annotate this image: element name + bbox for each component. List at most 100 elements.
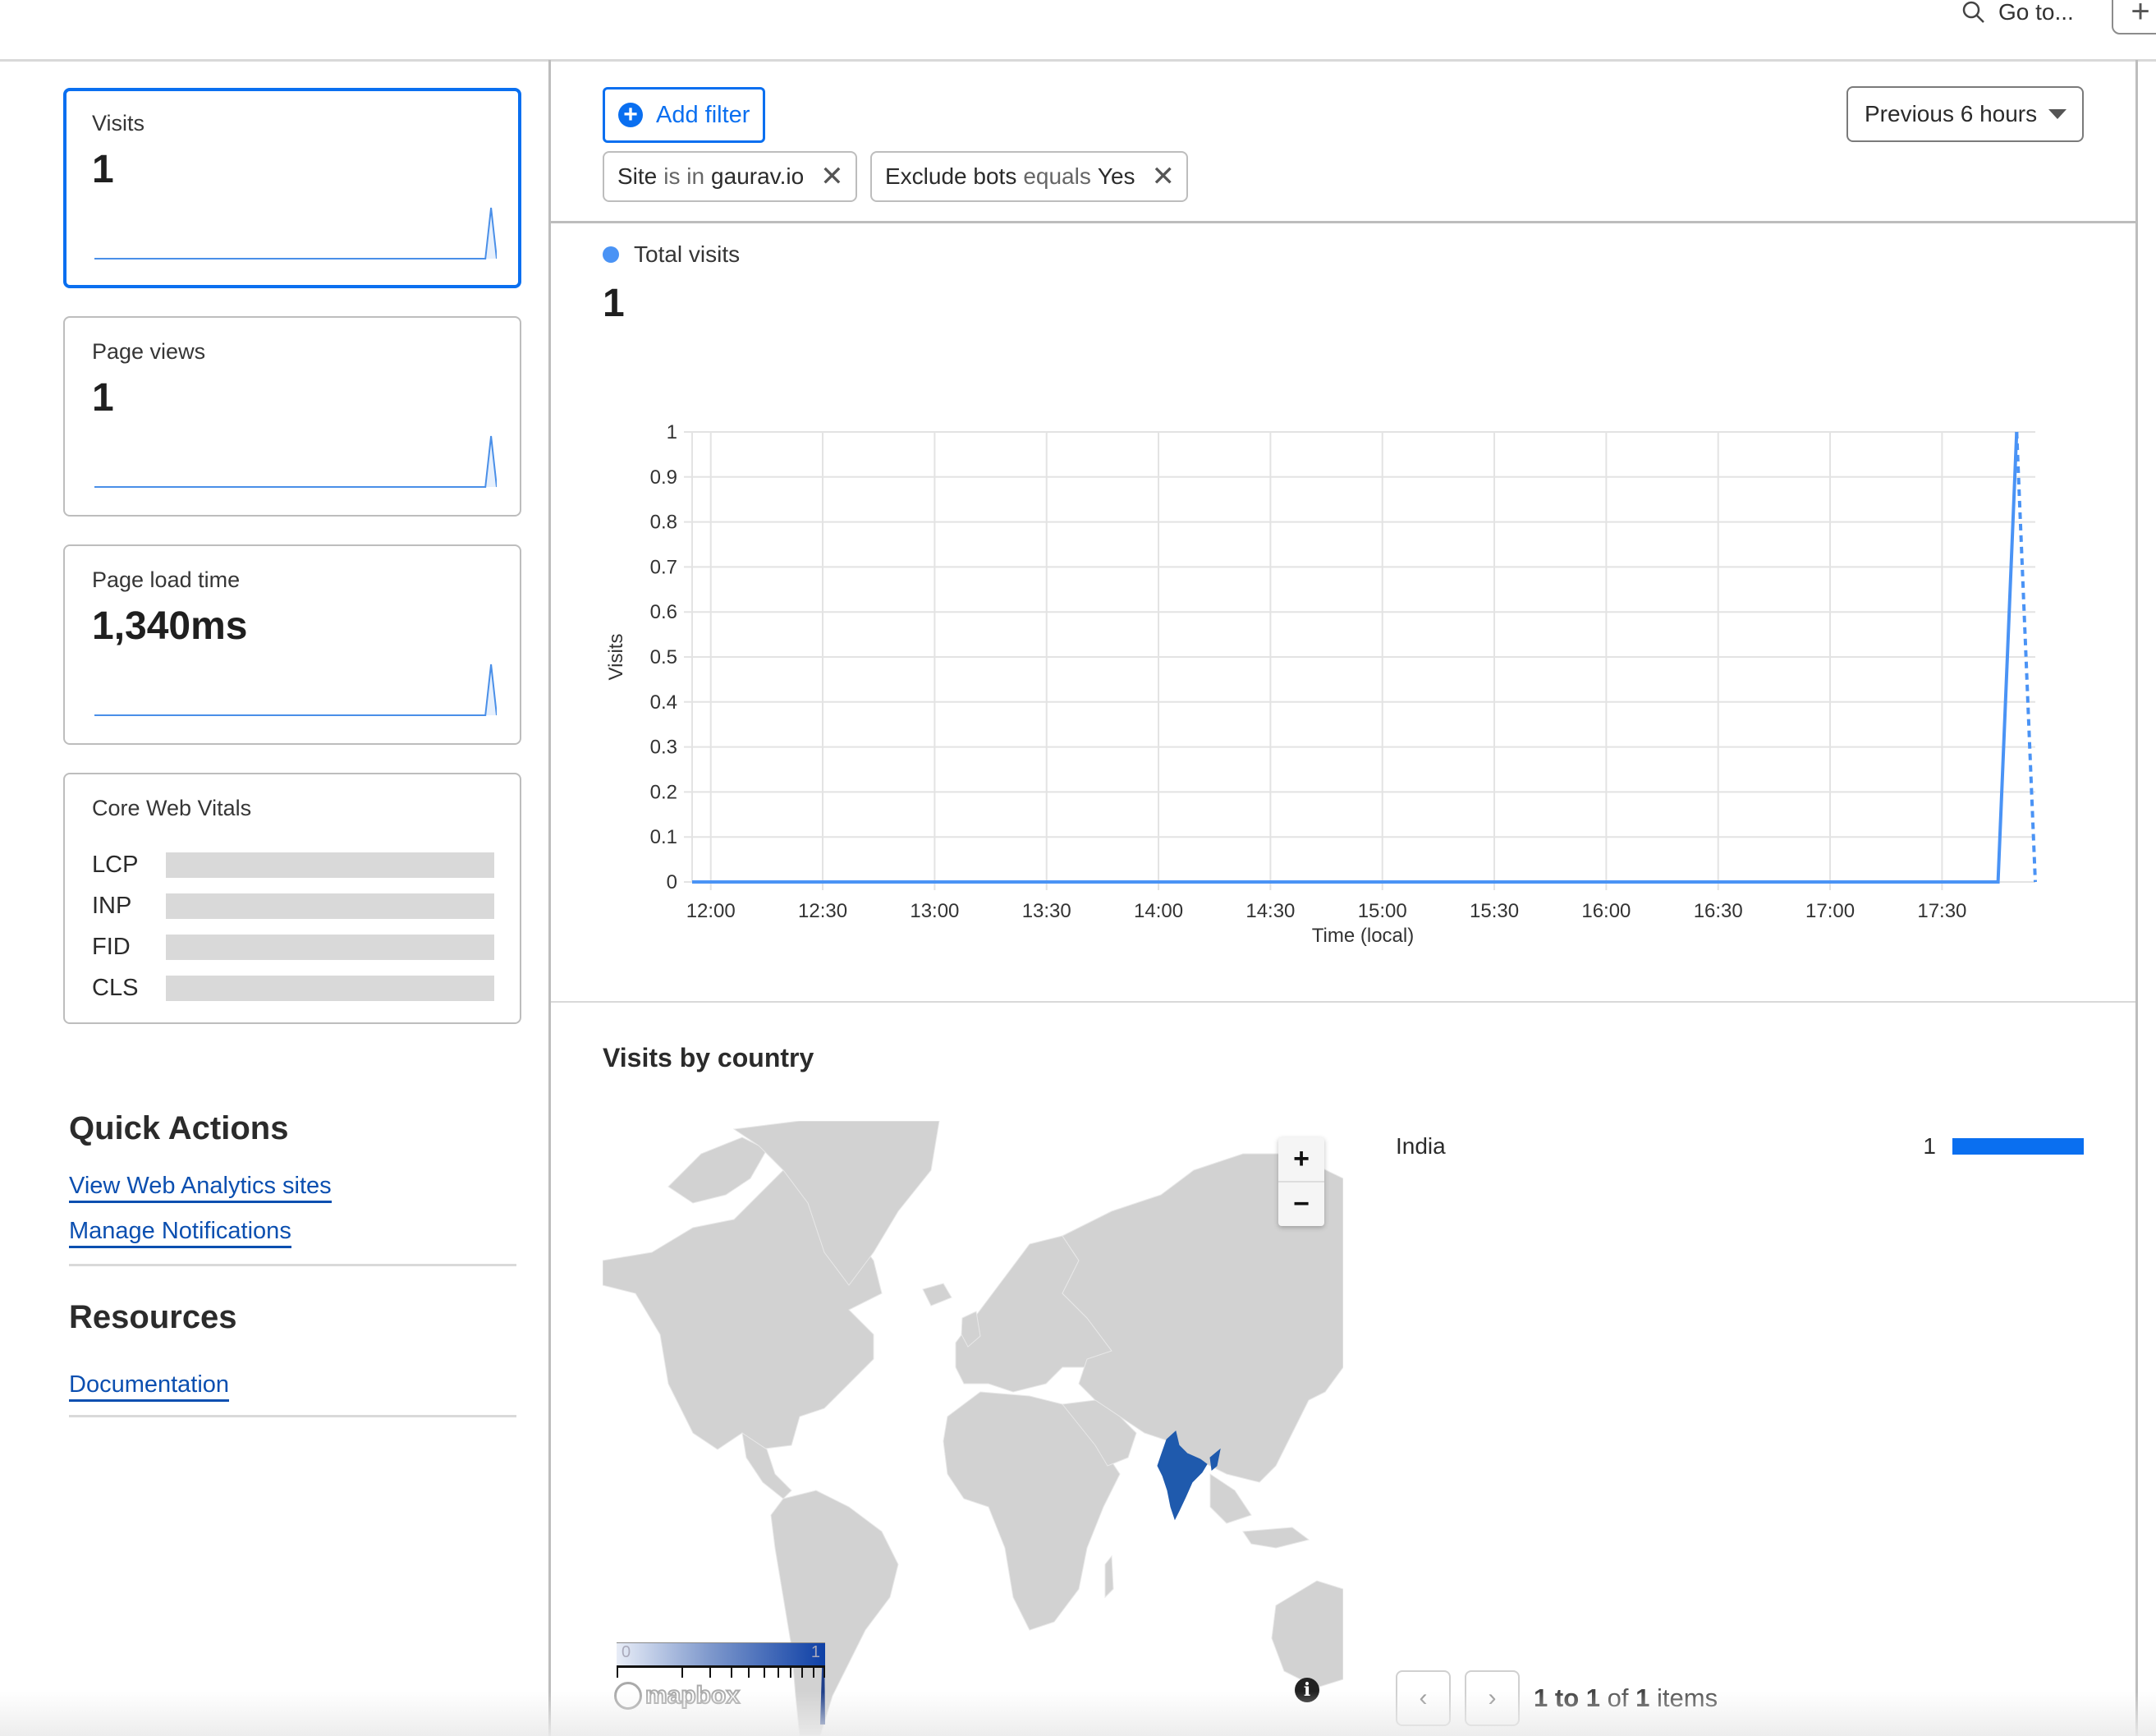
country-visits: 1 (1923, 1133, 1936, 1159)
previous-page-button[interactable]: ‹ (1396, 1670, 1451, 1726)
filter-value: Yes (1097, 163, 1135, 189)
pagination-end: 1 (1585, 1683, 1601, 1712)
zoom-in-button[interactable]: + (1278, 1137, 1324, 1183)
filter-operator: is in (663, 163, 705, 189)
manage-notifications-link[interactable]: Manage Notifications (69, 1216, 291, 1248)
y-tick-label: 0.6 (650, 601, 677, 623)
resources-heading: Resources (69, 1299, 237, 1335)
close-icon[interactable]: ✕ (820, 160, 844, 193)
cwv-label: LCP (92, 852, 139, 878)
sidebar-divider-1 (69, 1264, 516, 1266)
cwv-row-inp: INP (92, 893, 494, 920)
y-tick-label: 0.4 (650, 691, 677, 714)
filter-field: Site (617, 163, 658, 189)
x-tick-label: 17:00 (1805, 900, 1855, 922)
map-madagascar (1104, 1555, 1114, 1599)
section-divider (551, 1001, 2135, 1003)
metric-card-page-load-time[interactable]: Page load time 1,340ms (63, 544, 521, 745)
y-tick-label: 0.2 (650, 781, 677, 803)
sparkline (94, 435, 497, 488)
cwv-title: Core Web Vitals (92, 796, 252, 820)
x-tick-label: 15:30 (1470, 900, 1519, 922)
pagination-of: of (1607, 1683, 1629, 1712)
cwv-row-fid: FID (92, 934, 494, 961)
filter-pill-exclude-bots[interactable]: Exclude bots equals Yes ✕ (870, 151, 1189, 202)
x-tick-label: 12:00 (686, 900, 736, 922)
country-list-item: India 1 (1396, 1133, 2084, 1163)
cwv-bar (166, 893, 494, 919)
time-range-select[interactable]: Previous 6 hours (1846, 86, 2084, 142)
metric-card-visits[interactable]: Visits 1 (63, 88, 521, 288)
next-page-button[interactable]: › (1465, 1670, 1520, 1726)
metric-title: Page views (92, 339, 206, 364)
sidebar-divider-2 (69, 1415, 516, 1417)
metric-value: 1,340ms (92, 604, 248, 648)
chevron-left-icon: ‹ (1419, 1684, 1428, 1711)
info-icon[interactable]: i (1295, 1678, 1319, 1702)
core-web-vitals-card: Core Web Vitals LCP INP FID CLS (63, 773, 521, 1024)
x-tick-label: 14:30 (1245, 900, 1295, 922)
mapbox-wordmark: mapbox (645, 1681, 741, 1710)
cwv-bar (166, 976, 494, 1001)
metric-title: Page load time (92, 567, 241, 592)
search-icon (1962, 1, 1984, 23)
pagination-items: items (1657, 1683, 1718, 1712)
add-filter-label: Add filter (656, 101, 750, 128)
goto-search-button[interactable]: Go to... (1961, 0, 2074, 25)
legend-label: Total visits (634, 241, 741, 267)
y-axis-label: Visits (605, 634, 627, 681)
y-tick-label: 0.9 (650, 466, 677, 489)
plus-circle-icon: + (618, 103, 643, 127)
zoom-out-button[interactable]: − (1278, 1183, 1324, 1226)
color-scale-ticks (617, 1665, 825, 1678)
sparkline-line (94, 207, 497, 259)
mapbox-logo-icon (614, 1682, 642, 1710)
sparkline-line (94, 664, 497, 716)
x-tick-label: 13:30 (1022, 900, 1071, 922)
time-range-value: Previous 6 hours (1865, 101, 2038, 126)
sparkline (94, 664, 497, 716)
map-australia (1271, 1580, 1343, 1688)
documentation-link[interactable]: Documentation (69, 1370, 230, 1402)
chart-legend: Total visits (603, 241, 740, 268)
metric-card-page-views[interactable]: Page views 1 (63, 316, 521, 517)
map-southeast-asia (1209, 1473, 1310, 1549)
cwv-label: CLS (92, 975, 139, 1001)
mapbox-logo[interactable]: mapbox (614, 1681, 741, 1710)
x-tick-label: 13:00 (910, 900, 959, 922)
legend-dot-icon (603, 246, 619, 263)
total-visits-value: 1 (603, 282, 625, 325)
close-icon[interactable]: ✕ (1152, 160, 1176, 193)
x-tick-label: 12:30 (798, 900, 847, 922)
metric-value: 1 (92, 148, 114, 191)
y-tick-label: 0.1 (650, 826, 677, 848)
x-tick-label: 17:30 (1917, 900, 1966, 922)
filter-pill-site[interactable]: Site is in gaurav.io ✕ (603, 151, 857, 202)
pagination-start: 1 (1534, 1683, 1548, 1712)
caret-down-icon (2048, 109, 2067, 119)
map-title: Visits by country (603, 1043, 814, 1072)
sidebar-divider (548, 60, 551, 1736)
pagination-to: to (1554, 1683, 1580, 1712)
view-web-analytics-sites-link[interactable]: View Web Analytics sites (69, 1171, 332, 1203)
color-scale-legend: 0 1 (617, 1642, 825, 1666)
goto-label: Go to... (1998, 0, 2074, 25)
x-tick-label: 16:00 (1581, 900, 1631, 922)
filter-value: gaurav.io (711, 163, 805, 189)
right-divider (2135, 60, 2138, 1736)
filter-operator: equals (1023, 163, 1091, 189)
cwv-label: INP (92, 893, 132, 919)
add-filter-button[interactable]: + Add filter (603, 87, 765, 143)
sparkline-line (94, 435, 497, 488)
map-iceland (922, 1283, 952, 1307)
metric-title: Visits (92, 111, 145, 135)
cwv-bar (166, 935, 494, 960)
y-tick-label: 0.8 (650, 512, 677, 534)
add-button[interactable]: + (2112, 0, 2156, 34)
visits-line-chart: 0 0.1 0.2 0.3 0.4 0.5 0.6 0.7 0.8 0.9 1 12:00 12:30… (605, 421, 2037, 947)
x-tick-label: 16:30 (1694, 900, 1743, 922)
sparkline-area (94, 436, 497, 487)
scale-min: 0 (622, 1643, 631, 1661)
y-tick-label: 0 (667, 871, 677, 893)
scale-max: 1 (810, 1643, 820, 1661)
